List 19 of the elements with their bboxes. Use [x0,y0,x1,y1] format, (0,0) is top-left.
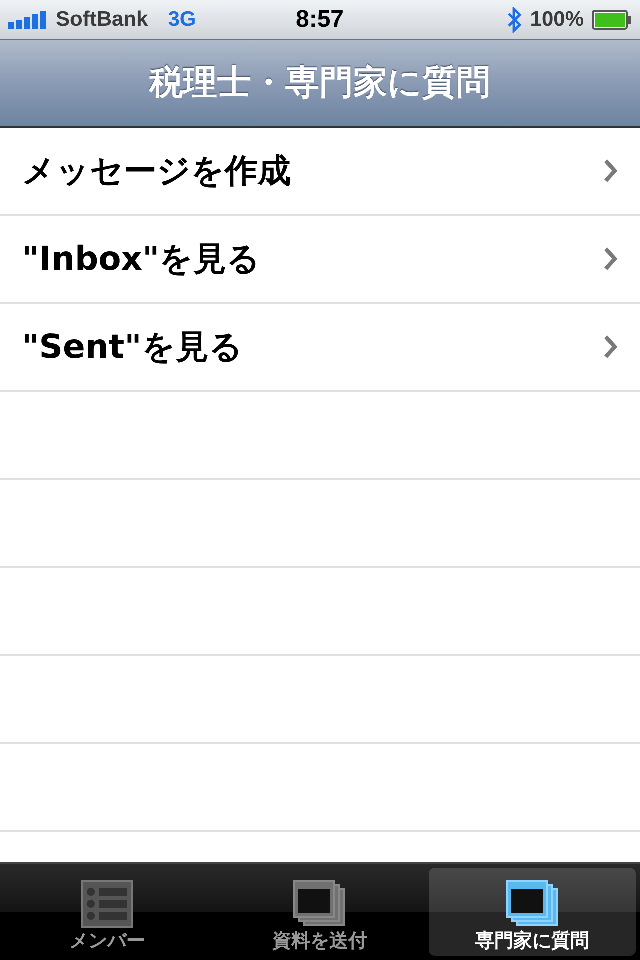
chevron-icon [604,247,618,271]
menu-item[interactable]: メッセージを作成 [0,128,640,216]
tab[interactable]: メンバー [4,868,211,956]
battery-percent: 100% [530,8,584,32]
bluetooth-icon [508,6,522,32]
carrier-name: SoftBank [56,8,148,32]
navigation-title: 税理士・専門家に質問 [150,62,490,105]
tab[interactable]: 資料を送付 [216,868,424,956]
battery-icon [592,10,632,30]
list-icon [81,880,134,928]
windows-icon [293,880,347,928]
signal-icon [8,10,48,28]
clock: 8:57 [296,6,344,34]
chevron-icon [604,159,618,183]
menu-item[interactable]: "Inbox"を見る [0,216,640,304]
windows-icon [506,880,560,928]
network-type: 3G [168,8,196,32]
tab[interactable]: 専門家に質問 [429,868,636,956]
chevron-icon [604,335,618,359]
